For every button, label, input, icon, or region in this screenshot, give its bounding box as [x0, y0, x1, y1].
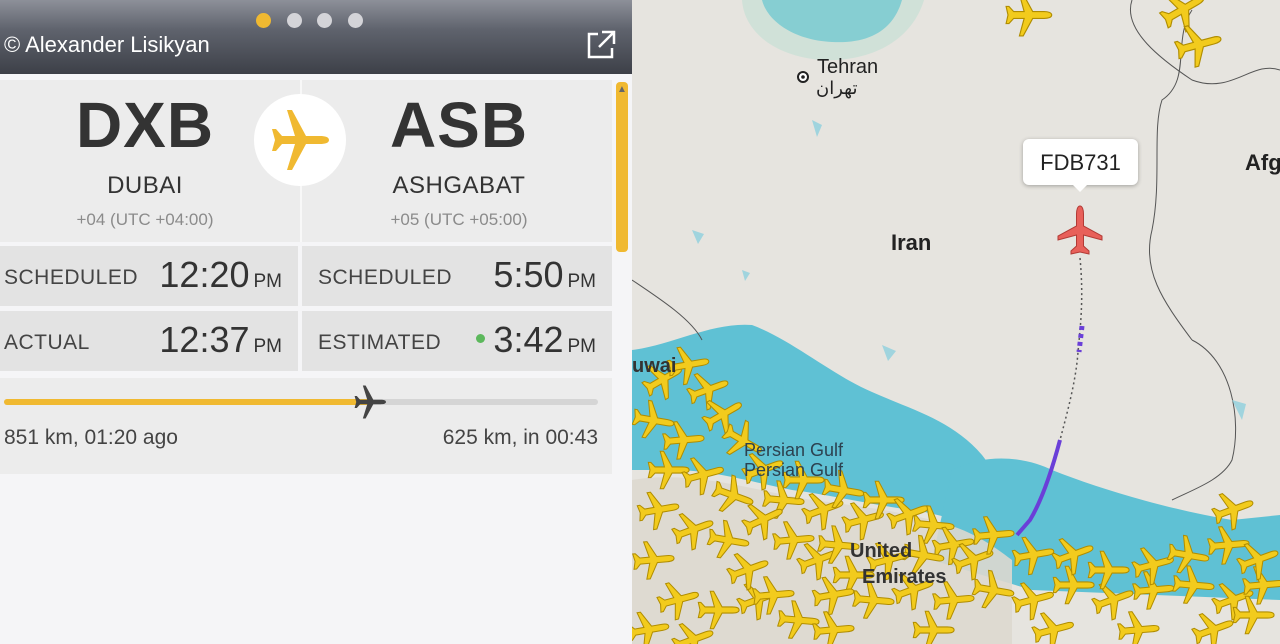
departure-actual-cell: ACTUAL 12:37 PM	[0, 311, 298, 371]
live-status-dot	[476, 333, 486, 343]
map-label-persian-gulf: Persian Gulf	[744, 440, 844, 460]
map-label-persian-gulf-ar: Persian Gulf	[744, 460, 844, 480]
carousel-dot-4[interactable]	[348, 13, 363, 28]
scroll-up-arrow-icon[interactable]: ▲	[617, 84, 627, 95]
external-link-icon[interactable]	[584, 28, 618, 62]
carousel-dot-3[interactable]	[317, 13, 332, 28]
arrival-code: ASB	[389, 89, 529, 161]
progress-fill	[4, 399, 371, 405]
departure-actual-label: ACTUAL	[4, 331, 90, 354]
map-label-tehran-fa: تهران	[816, 78, 858, 98]
distance-flown: 851 km, 01:20 ago	[4, 426, 178, 449]
progress-track	[4, 399, 598, 405]
panel-scrollbar[interactable]	[616, 82, 628, 252]
photo-credit: © Alexander Lisikyan	[4, 32, 210, 57]
distance-remaining: 625 km, in 00:43	[442, 426, 598, 449]
departure-code: DXB	[75, 89, 215, 161]
departure-timezone: +04 (UTC +04:00)	[76, 210, 214, 229]
arrival-scheduled-time: 5:50 PM	[493, 254, 596, 295]
departure-scheduled-time: 12:20 PM	[159, 254, 282, 295]
airplane-icon	[272, 110, 329, 170]
map-label-uae-1: United	[850, 540, 913, 562]
progress-plane-icon	[355, 385, 387, 419]
map-label-uae-2: Emirates	[862, 566, 947, 588]
carousel-dot-2[interactable]	[287, 13, 302, 28]
departure-scheduled-label: SCHEDULED	[4, 266, 139, 289]
map-canvas[interactable]	[632, 0, 1280, 644]
arrival-timezone: +05 (UTC +05:00)	[390, 210, 528, 229]
departure-actual-time: 12:37 PM	[159, 319, 282, 360]
flight-info-panel: © Alexander Lisikyan DXB DUBAI +04 (UTC …	[0, 0, 632, 644]
map-label-iran: Iran	[891, 230, 932, 255]
flight-callsign-label[interactable]: FDB731	[1023, 139, 1138, 192]
aircraft-photo[interactable]: © Alexander Lisikyan	[0, 0, 632, 74]
arrival-scheduled-label: SCHEDULED	[318, 266, 453, 289]
flight-map[interactable]: Tehran تهران Iran Afg uwai Persian Gulf …	[632, 0, 1280, 644]
arrival-scheduled-cell: SCHEDULED 5:50 PM	[302, 246, 612, 306]
departure-city: DUBAI	[107, 172, 183, 199]
route-plane-badge	[254, 94, 346, 186]
departure-scheduled-cell: SCHEDULED 12:20 PM	[0, 246, 298, 306]
arrival-city: ASHGABAT	[392, 172, 526, 199]
flight-progress: 851 km, 01:20 ago 625 km, in 00:43	[0, 378, 612, 474]
arrival-estimated-label: ESTIMATED	[318, 331, 442, 354]
map-label-afghanistan: Afg	[1245, 150, 1280, 175]
map-label-kuwait: uwai	[632, 355, 677, 377]
arrival-estimated-cell: ESTIMATED 3:42 PM	[302, 311, 612, 371]
carousel-dot-1[interactable]	[256, 13, 271, 28]
map-label-tehran: Tehran	[817, 56, 879, 78]
arrival-estimated-time: 3:42 PM	[476, 319, 596, 361]
